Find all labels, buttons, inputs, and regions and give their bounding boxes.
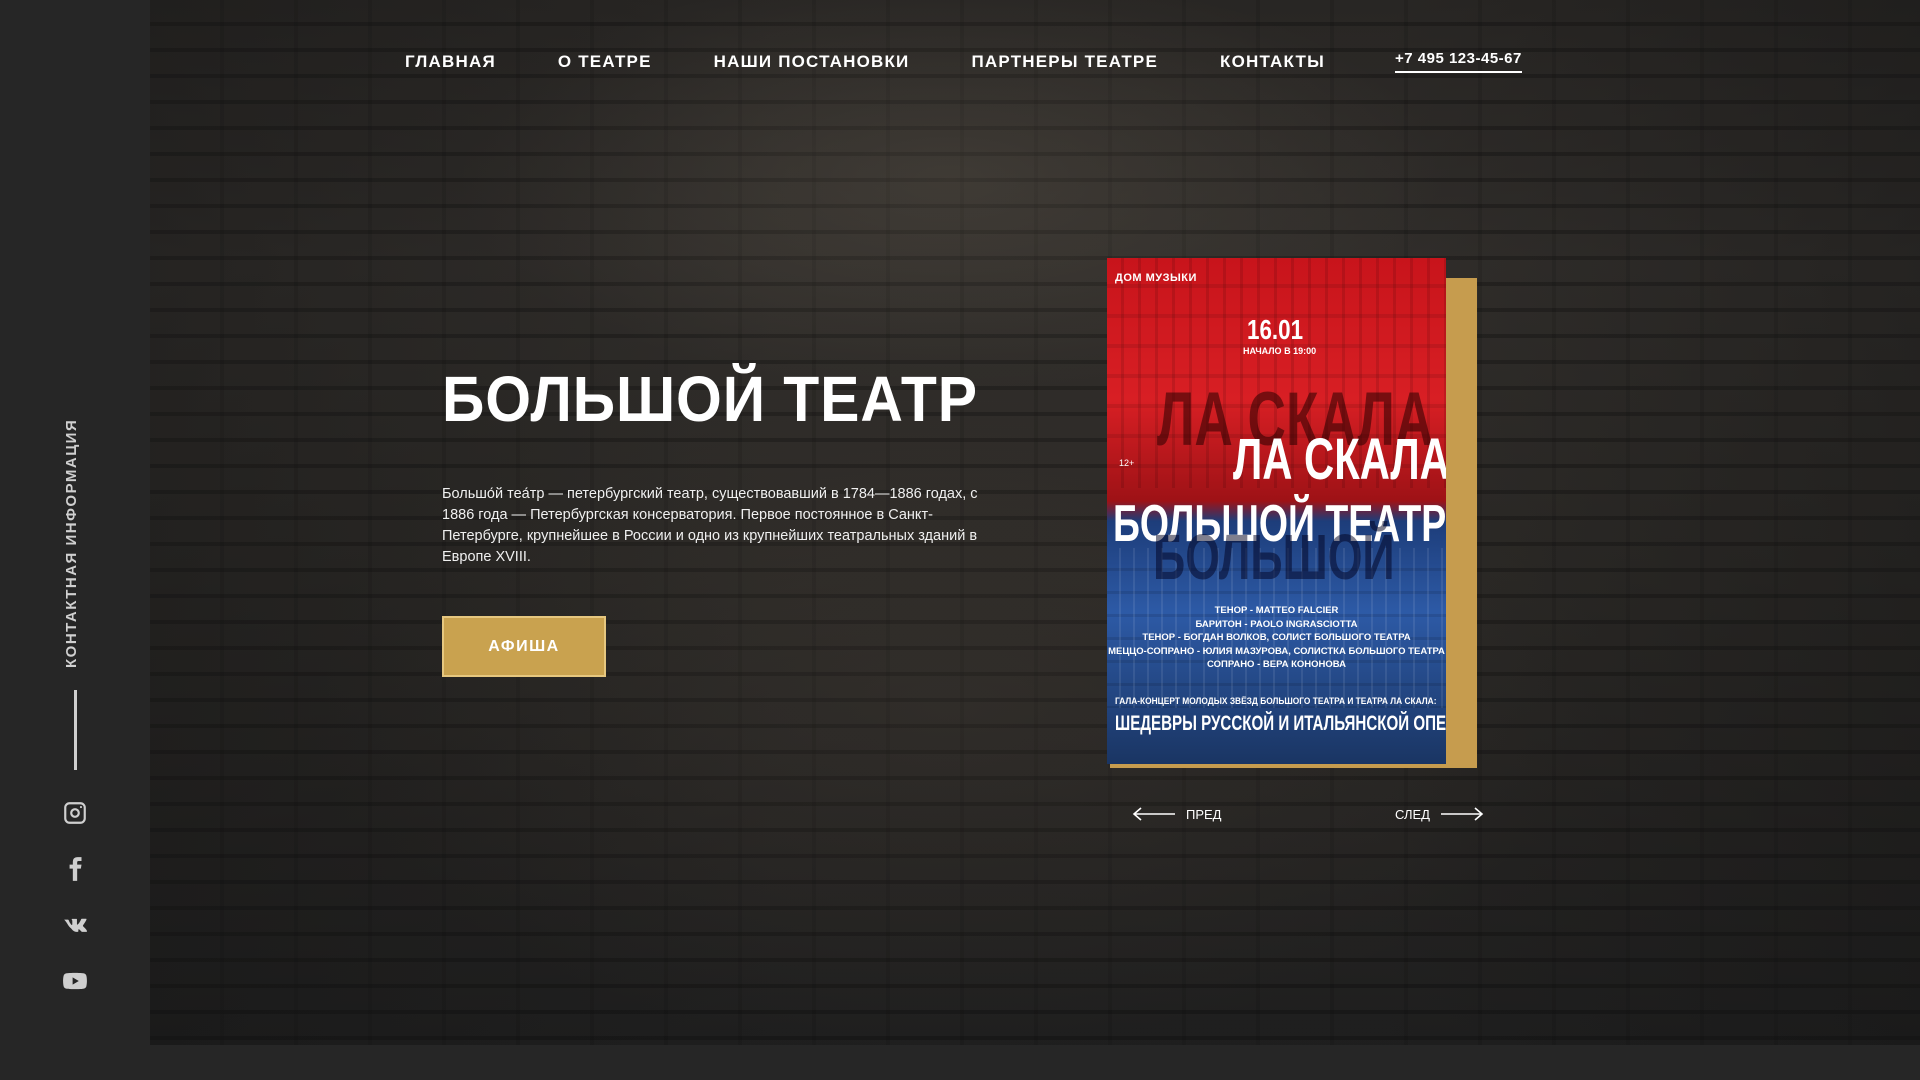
poster-start-time: НАЧАЛО В 19:00 — [1243, 346, 1317, 356]
cast-line: ТЕНОР - MATTEO FALCIER — [1214, 605, 1339, 616]
hero-background — [150, 0, 1920, 1045]
poster-gala: ГАЛА-КОНЦЕРТ МОЛОДЫХ ЗВЁЗД БОЛЬШОГО ТЕАТ… — [1115, 696, 1437, 707]
slider-prev-label: ПРЕД — [1186, 806, 1222, 822]
nav-contacts[interactable]: КОНТАКТЫ — [1220, 52, 1325, 72]
nav-home[interactable]: ГЛАВНАЯ — [405, 52, 496, 72]
slider-next-label: СЛЕД — [1395, 806, 1430, 822]
poster-cast: ТЕНОР - MATTEO FALCIER БАРИТОН - PAOLO I… — [1107, 604, 1446, 672]
poster-date: 16.01 — [1247, 314, 1304, 345]
facebook-icon[interactable] — [60, 854, 90, 884]
contact-info-label[interactable]: КОНТАКТНАЯ ИНФОРМАЦИЯ — [63, 419, 80, 668]
poster-shadow — [1445, 278, 1477, 768]
youtube-icon[interactable] — [60, 966, 90, 996]
slider-next-button[interactable]: СЛЕД — [1395, 806, 1484, 822]
poster-show-title: ШЕДЕВРЫ РУССКОЙ И ИТАЛЬЯНСКОЙ ОПЕРЫ — [1115, 712, 1446, 735]
instagram-icon[interactable] — [60, 798, 90, 828]
footer-strip — [0, 1045, 1920, 1080]
poster-brand: ДОМ МУЗЫКИ — [1115, 272, 1197, 284]
sidebar-divider — [74, 690, 77, 770]
poster-title-la-scala: ЛА СКАЛА — [1233, 427, 1446, 492]
nav-partners[interactable]: ПАРТНЕРЫ ТЕАТРЕ — [971, 52, 1158, 72]
sidebar: КОНТАКТНАЯ ИНФОРМАЦИЯ — [0, 0, 150, 1045]
event-poster[interactable]: ДОМ МУЗЫКИ 16.01 НАЧАЛО В 19:00 12+ ЛА С… — [1107, 258, 1446, 764]
phone-link[interactable]: +7 495 123-45-67 — [1395, 50, 1522, 73]
cast-line: БАРИТОН - PAOLO INGRASCIOTTA — [1195, 618, 1358, 630]
hero-description: Большо́й теа́тр — петербургский театр, с… — [442, 486, 978, 565]
nav-about[interactable]: О ТЕАТРЕ — [558, 52, 652, 72]
poster-age-rating: 12+ — [1119, 458, 1135, 468]
arrow-right-icon — [1440, 807, 1484, 821]
arrow-left-icon — [1132, 807, 1175, 821]
vk-icon[interactable] — [60, 910, 90, 940]
afisha-button[interactable]: АФИША — [442, 616, 606, 677]
cast-line: СОПРАНО - ВЕРА КОНОНОВА — [1206, 659, 1347, 670]
page-title: БОЛЬШОЙ ТЕАТР — [442, 363, 978, 435]
cast-line: МЕЦЦО-СОПРАНО - ЮЛИЯ МАЗУРОВА, СОЛИСТКА … — [1108, 645, 1445, 657]
main-nav: ГЛАВНАЯ О ТЕАТРЕ НАШИ ПОСТАНОВКИ ПАРТНЕР… — [405, 52, 1387, 72]
slider-prev-button[interactable]: ПРЕД — [1132, 806, 1222, 822]
poster-ghost-title-bottom: БОЛЬШОЙ — [1153, 521, 1395, 593]
cast-line: ТЕНОР - БОГДАН ВОЛКОВ, СОЛИСТ БОЛЬШОГО Т… — [1142, 632, 1411, 643]
nav-productions[interactable]: НАШИ ПОСТАНОВКИ — [714, 52, 910, 72]
